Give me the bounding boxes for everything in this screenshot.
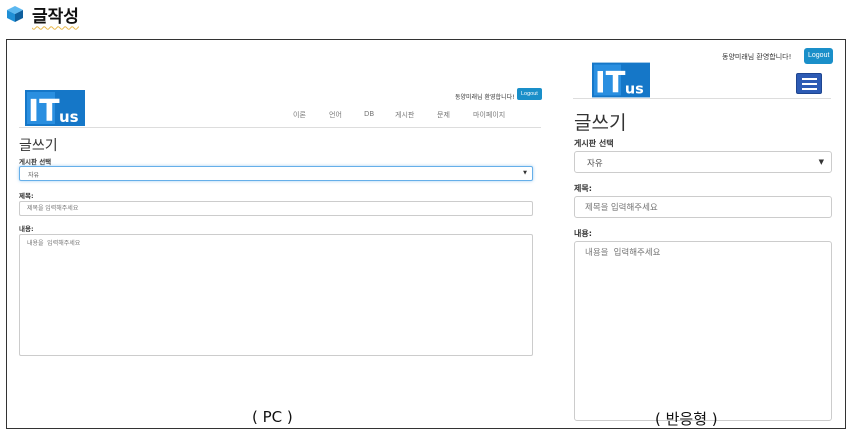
page-title: 글쓰기	[574, 112, 627, 134]
svg-text:us: us	[625, 82, 644, 98]
responsive-view: 동양미래님 환영합니다! Logout IT us 글쓰기 게시판 선택 자유 …	[567, 40, 842, 428]
svg-text:IT: IT	[595, 66, 626, 98]
board-select-value: 자유	[587, 159, 603, 169]
caret-down-icon: ▼	[523, 170, 527, 176]
content-textarea[interactable]	[19, 234, 533, 356]
pc-view: IT us 동양미래님 환영합니다! Logout 이론 언어 DB 게시판 문…	[7, 40, 547, 370]
itus-logo[interactable]: IT us	[592, 62, 650, 98]
board-select[interactable]: 자유 ▼	[574, 151, 832, 173]
header-divider	[573, 98, 831, 99]
doc-title: 글작성	[32, 6, 79, 27]
board-select-label: 게시판 선택	[574, 139, 614, 148]
nav-item-theory[interactable]: 이론	[293, 110, 306, 120]
content-label: 내용:	[19, 225, 34, 233]
logout-button[interactable]: Logout	[804, 48, 834, 64]
cube-icon	[7, 6, 23, 22]
content-textarea[interactable]	[574, 241, 832, 421]
board-select[interactable]: 자유 ▼	[19, 166, 533, 181]
title-input[interactable]	[574, 196, 832, 218]
nav-item-board[interactable]: 게시판	[395, 110, 414, 120]
nav-item-language[interactable]: 언어	[329, 110, 342, 120]
nav-item-db[interactable]: DB	[364, 110, 374, 118]
nav-item-mypage[interactable]: 마이페이지	[473, 110, 505, 120]
content-label: 내용:	[574, 229, 592, 238]
header-divider	[19, 127, 541, 128]
hamburger-menu-icon[interactable]	[796, 73, 822, 94]
doc-header: 글작성	[6, 3, 79, 27]
title-label: 제목:	[574, 184, 592, 193]
board-select-value: 자유	[28, 172, 40, 179]
caret-down-icon: ▼	[818, 158, 824, 166]
welcome-text: 동양미래님 환영합니다!	[455, 94, 515, 101]
responsive-caption: ( 반응형 )	[655, 410, 718, 428]
screenshot-frame: IT us 동양미래님 환영합니다! Logout 이론 언어 DB 게시판 문…	[6, 39, 846, 429]
main-nav: 이론 언어 DB 게시판 문제 마이페이지	[7, 110, 547, 124]
board-select-label: 게시판 선택	[19, 158, 52, 166]
nav-item-problem[interactable]: 문제	[437, 110, 450, 120]
title-label: 제목:	[19, 192, 34, 200]
welcome-text: 동양미래님 환영합니다!	[722, 53, 792, 61]
logout-button[interactable]: Logout	[517, 88, 542, 100]
page-title: 글쓰기	[19, 138, 58, 154]
pc-caption: ( PC )	[252, 408, 293, 426]
title-input[interactable]	[19, 201, 533, 216]
